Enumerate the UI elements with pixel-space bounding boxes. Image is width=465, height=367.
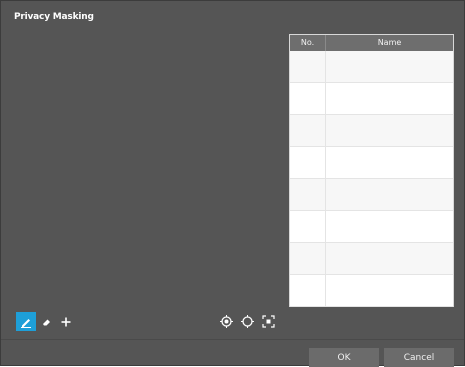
table-row[interactable]	[290, 115, 453, 147]
mask-tool-group	[16, 312, 76, 331]
cell-name	[326, 275, 453, 306]
mask-table: No. Name	[289, 34, 454, 307]
column-header-name: Name	[377, 38, 402, 47]
eraser-icon	[43, 319, 50, 325]
table-row[interactable]	[290, 83, 453, 115]
cancel-button[interactable]: Cancel	[384, 348, 454, 367]
cell-name	[326, 243, 453, 274]
fit-screen-button[interactable]	[259, 312, 278, 331]
target-dot-icon	[220, 315, 233, 328]
video-preview-area[interactable]	[13, 34, 284, 306]
table-row[interactable]	[290, 51, 453, 83]
move-cross-icon	[61, 317, 71, 326]
table-row[interactable]	[290, 147, 453, 179]
privacy-masking-dialog: Privacy Masking No. Name OK Cancel	[0, 0, 465, 367]
move-mask-button[interactable]	[56, 312, 76, 331]
table-header: No. Name	[290, 35, 453, 51]
dialog-title: Privacy Masking	[14, 12, 94, 22]
cell-no	[290, 51, 326, 82]
cell-no	[290, 83, 326, 114]
view-control-group	[217, 312, 278, 331]
crosshair-circle-icon	[241, 315, 254, 328]
fit-screen-icon	[262, 315, 275, 328]
cell-name	[326, 51, 453, 82]
cell-no	[290, 115, 326, 146]
cell-no	[290, 147, 326, 178]
cell-no	[290, 179, 326, 210]
draw-mask-button[interactable]	[16, 312, 36, 331]
erase-mask-button[interactable]	[36, 312, 56, 331]
cell-no	[290, 211, 326, 242]
table-row[interactable]	[290, 211, 453, 243]
focus-target-button[interactable]	[217, 312, 236, 331]
column-header-no: No.	[290, 35, 326, 51]
cell-no	[290, 243, 326, 274]
cell-no	[290, 275, 326, 306]
cell-name	[326, 83, 453, 114]
table-row[interactable]	[290, 243, 453, 275]
table-row[interactable]	[290, 179, 453, 211]
cell-name	[326, 115, 453, 146]
pencil-icon	[21, 318, 31, 328]
cell-name	[326, 147, 453, 178]
reset-position-button[interactable]	[238, 312, 257, 331]
table-body	[290, 51, 453, 307]
table-row[interactable]	[290, 275, 453, 307]
ok-button[interactable]: OK	[309, 348, 379, 367]
footer-divider	[1, 339, 464, 340]
cell-name	[326, 179, 453, 210]
cell-name	[326, 211, 453, 242]
